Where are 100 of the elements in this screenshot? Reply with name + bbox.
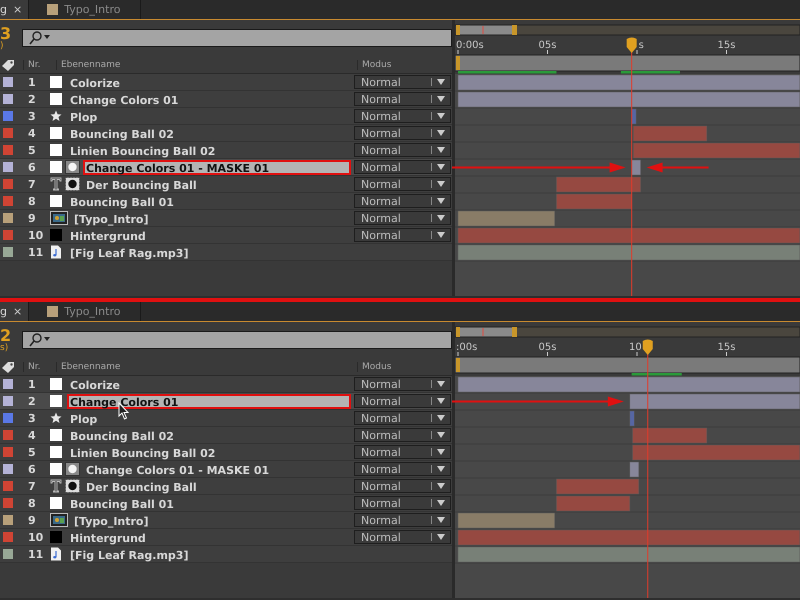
label-color-icon[interactable] (3, 128, 13, 138)
label-color-icon[interactable] (3, 481, 13, 491)
blend-mode-dropdown[interactable]: Normal (354, 513, 451, 527)
layer-name[interactable]: Change Colors 01 (67, 394, 351, 408)
layer-name[interactable]: [Typo_Intro] (71, 210, 351, 226)
layer-row[interactable]: 4 Bouncing Ball 02 Normal (0, 427, 452, 444)
blend-mode-dropdown[interactable]: Normal (354, 394, 451, 408)
work-area-bar[interactable] (455, 356, 800, 374)
layer-name[interactable]: [Fig Leaf Rag.mp3] (67, 546, 351, 562)
layer-name[interactable]: Linien Bouncing Ball 02 (67, 142, 351, 158)
layer-duration-bar[interactable] (633, 126, 708, 142)
blend-mode-dropdown[interactable]: Normal (354, 462, 451, 476)
column-header[interactable]: Modus (357, 362, 392, 372)
label-color-icon[interactable] (3, 396, 13, 406)
layer-row[interactable]: 11 [Fig Leaf Rag.mp3] (0, 546, 452, 563)
layer-row[interactable]: 9 [Typo_Intro] Normal (0, 210, 452, 227)
blend-mode-dropdown[interactable]: Normal (354, 75, 451, 89)
layer-duration-bar[interactable] (458, 210, 555, 226)
layer-row[interactable]: 2 Change Colors 01 Normal (0, 393, 452, 410)
layer-name[interactable]: Bouncing Ball 01 (67, 496, 351, 510)
layer-row[interactable]: 7 Der Bouncing Ball Normal (0, 176, 452, 193)
layer-row[interactable]: 3 Plop Normal (0, 108, 452, 125)
label-color-icon[interactable] (3, 77, 13, 87)
layer-name[interactable]: Bouncing Ball 02 (67, 428, 351, 442)
layer-row[interactable]: 5 Linien Bouncing Ball 02 Normal (0, 142, 452, 159)
layer-row[interactable]: 4 Bouncing Ball 02 Normal (0, 125, 452, 142)
composition-tab[interactable]: g × (0, 302, 30, 321)
layer-duration-bar[interactable] (458, 512, 555, 528)
playhead[interactable] (642, 340, 653, 598)
close-icon[interactable]: × (12, 3, 22, 16)
label-color-icon[interactable] (3, 213, 13, 223)
layer-row[interactable]: 6 Change Colors 01 - MASKE 01 Normal (0, 461, 452, 478)
blend-mode-dropdown[interactable]: Normal (354, 194, 451, 208)
layer-name[interactable]: Bouncing Ball 02 (67, 126, 351, 140)
layer-row[interactable]: 11 [Fig Leaf Rag.mp3] (0, 244, 452, 261)
search-field[interactable] (22, 331, 452, 349)
blend-mode-dropdown[interactable]: Normal (354, 92, 451, 106)
column-header[interactable]: Nr. (23, 362, 56, 372)
layer-row[interactable]: 7 Der Bouncing Ball Normal (0, 478, 452, 495)
work-area-bar[interactable] (455, 54, 800, 72)
label-color-icon[interactable] (3, 549, 13, 559)
blend-mode-dropdown[interactable]: Normal (354, 445, 451, 459)
label-color-icon[interactable] (3, 247, 13, 257)
layer-row[interactable]: 9 [Typo_Intro] Normal (0, 512, 452, 529)
layer-name[interactable]: Hintergrund (67, 228, 351, 242)
column-header[interactable]: Ebenenname (56, 60, 357, 70)
blend-mode-dropdown[interactable]: Normal (354, 143, 451, 157)
blend-mode-dropdown[interactable]: Normal (354, 228, 451, 242)
layer-name[interactable]: Bouncing Ball 01 (67, 194, 351, 208)
layer-name[interactable]: Linien Bouncing Ball 02 (67, 444, 351, 460)
blend-mode-dropdown[interactable]: Normal (354, 428, 451, 442)
label-color-icon[interactable] (3, 230, 13, 240)
label-color-icon[interactable] (3, 447, 13, 457)
blend-mode-dropdown[interactable]: Normal (354, 211, 451, 225)
layer-duration-bar[interactable] (631, 160, 641, 176)
label-color-icon[interactable] (3, 162, 13, 172)
label-tag-icon[interactable] (1, 360, 15, 372)
blend-mode-dropdown[interactable]: Normal (354, 496, 451, 510)
layer-duration-bar[interactable] (458, 74, 800, 90)
layer-duration-bar[interactable] (630, 410, 635, 426)
column-header[interactable]: Ebenenname (56, 362, 357, 372)
layer-duration-bar[interactable] (632, 428, 708, 444)
layer-duration-bar[interactable] (556, 194, 632, 210)
label-color-icon[interactable] (3, 94, 13, 104)
layer-row[interactable]: 5 Linien Bouncing Ball 02 Normal (0, 444, 452, 461)
layer-name[interactable]: Der Bouncing Ball (83, 176, 351, 192)
blend-mode-dropdown[interactable]: Normal (354, 177, 451, 191)
layer-duration-bar[interactable] (556, 496, 630, 512)
layer-row[interactable]: 10 Hintergrund Normal (0, 529, 452, 546)
label-color-icon[interactable] (3, 379, 13, 389)
column-header[interactable]: Modus (357, 60, 392, 70)
timecode[interactable]: 3 (0, 26, 12, 42)
label-color-icon[interactable] (3, 145, 13, 155)
blend-mode-dropdown[interactable]: Normal (354, 530, 451, 544)
layer-row[interactable]: 8 Bouncing Ball 01 Normal (0, 495, 452, 512)
layer-name[interactable]: Colorize (67, 376, 351, 392)
layer-duration-bar[interactable] (631, 108, 636, 124)
playhead[interactable] (626, 38, 637, 296)
composition-tab[interactable]: g × (0, 0, 30, 19)
layer-name[interactable]: Der Bouncing Ball (83, 478, 351, 494)
layer-name[interactable]: Colorize (67, 74, 351, 90)
layer-row[interactable]: 10 Hintergrund Normal (0, 227, 452, 244)
composition-tab[interactable]: Typo_Intro (39, 302, 142, 321)
search-field[interactable] (22, 29, 452, 47)
blend-mode-dropdown[interactable]: Normal (354, 479, 451, 493)
time-navigator[interactable] (455, 326, 800, 338)
layer-row[interactable]: 3 Plop Normal (0, 410, 452, 427)
time-navigator[interactable] (455, 24, 800, 36)
label-color-icon[interactable] (3, 196, 13, 206)
label-color-icon[interactable] (3, 111, 13, 121)
blend-mode-dropdown[interactable]: Normal (354, 109, 451, 123)
layer-row[interactable]: 6 Change Colors 01 - MASKE 01 Normal (0, 159, 452, 176)
layer-name[interactable]: [Typo_Intro] (71, 512, 351, 528)
layer-row[interactable]: 1 Colorize Normal (0, 376, 452, 393)
layer-name[interactable]: Plop (67, 410, 351, 426)
layer-name[interactable]: Plop (67, 108, 351, 124)
layer-row[interactable]: 1 Colorize Normal (0, 74, 452, 91)
label-color-icon[interactable] (3, 498, 13, 508)
label-color-icon[interactable] (3, 179, 13, 189)
layer-name[interactable]: Change Colors 01 - MASKE 01 (83, 160, 351, 174)
